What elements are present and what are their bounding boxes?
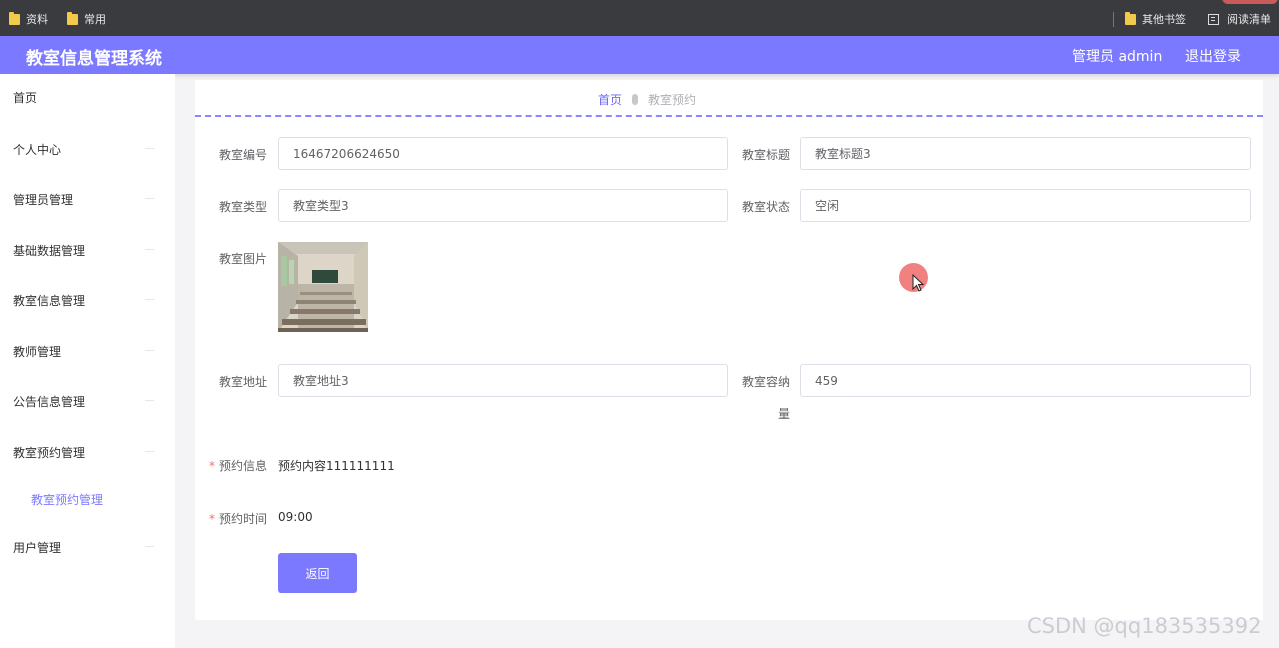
bookmark-ziliao[interactable]: 资料 (9, 10, 48, 28)
classroom-capacity-value: 459 (815, 373, 838, 388)
classroom-address-value: 教室地址3 (293, 374, 349, 388)
chevron-down-icon (145, 546, 154, 547)
app-header: 教室信息管理系统 管理员 admin 退出登录 (0, 36, 1279, 74)
bookmark-other[interactable]: 其他书签 (1125, 10, 1186, 28)
reading-list-label: 阅读清单 (1227, 13, 1271, 26)
classroom-status-field[interactable]: 空闲 (800, 189, 1251, 222)
sidebar-item-basic-data[interactable]: 基础数据管理 (0, 230, 175, 270)
bookmark-label: 常用 (84, 13, 106, 26)
classroom-capacity-label-line2: 量 (777, 407, 790, 421)
classroom-type-field[interactable]: 教室类型3 (278, 189, 728, 222)
chevron-down-icon (145, 400, 154, 401)
folder-icon (1125, 11, 1136, 25)
sidebar-item-booking-management[interactable]: 教室预约管理 (0, 432, 175, 472)
classroom-title-label: 教室标题 (741, 148, 790, 162)
classroom-photo (278, 242, 368, 332)
logout-button[interactable]: 退出登录 (1185, 46, 1241, 66)
classroom-title-value: 教室标题3 (815, 147, 871, 161)
booking-time-value: 09:00 (278, 510, 313, 524)
sidebar-item-label: 教师管理 (13, 344, 62, 359)
classroom-no-value: 16467206624650 (293, 146, 400, 161)
required-mark: * (208, 459, 215, 473)
current-user-label: 管理员 admin (1072, 49, 1163, 65)
breadcrumb: 首页 教室预约 (598, 90, 696, 108)
separator-icon (632, 93, 639, 105)
watermark: CSDN @qq183535392 (1027, 614, 1262, 638)
sidebar-item-personal-center[interactable]: 个人中心 (0, 129, 175, 169)
booking-time-label: * 预约时间 (195, 510, 267, 527)
breadcrumb-home[interactable]: 首页 (598, 91, 622, 108)
header-divider (195, 115, 1263, 117)
sidebar-item-home[interactable]: 首页 (0, 77, 175, 117)
sidebar-item-label: 首页 (13, 90, 38, 105)
booking-time-label-text: 预约时间 (218, 512, 267, 526)
reading-list-button[interactable]: 阅读清单 (1208, 10, 1271, 28)
sidebar-subitem-label: 教室预约管理 (31, 492, 104, 507)
classroom-image[interactable] (278, 242, 368, 332)
classroom-status-label: 教室状态 (741, 200, 790, 214)
booking-info-label-text: 预约信息 (218, 459, 267, 473)
app-title: 教室信息管理系统 (26, 49, 162, 69)
sidebar-item-label: 公告信息管理 (13, 394, 86, 409)
back-button[interactable]: 返回 (278, 553, 357, 593)
mouse-cursor-icon (912, 274, 925, 292)
classroom-capacity-field[interactable]: 459 (800, 364, 1251, 397)
classroom-image-label: 教室图片 (218, 252, 267, 266)
browser-profile-pill[interactable] (1222, 0, 1278, 4)
sidebar-item-label: 用户管理 (13, 540, 62, 555)
classroom-status-value: 空闲 (815, 199, 840, 213)
required-mark: * (208, 512, 215, 526)
sidebar-item-admin-management[interactable]: 管理员管理 (0, 179, 175, 219)
chevron-down-icon (145, 148, 154, 149)
chevron-down-icon (145, 350, 154, 351)
classroom-title-field[interactable]: 教室标题3 (800, 137, 1251, 170)
classroom-address-label: 教室地址 (218, 375, 267, 389)
chevron-down-icon (145, 198, 154, 199)
sidebar-item-label: 教室信息管理 (13, 293, 86, 308)
bookmark-label: 资料 (26, 13, 48, 26)
booking-info-label: * 预约信息 (195, 457, 267, 474)
breadcrumb-current: 教室预约 (648, 92, 697, 107)
bookmark-label: 其他书签 (1142, 13, 1186, 26)
chevron-up-icon (145, 451, 154, 452)
sidebar: 首页 个人中心 管理员管理 基础数据管理 教室信息管理 教师管理 公告信息管理 … (0, 74, 175, 648)
sidebar-item-label: 个人中心 (13, 142, 62, 157)
booking-info-value: 预约内容111111111 (278, 459, 395, 473)
classroom-type-label: 教室类型 (218, 200, 267, 214)
chevron-down-icon (145, 299, 154, 300)
sidebar-item-teacher-management[interactable]: 教师管理 (0, 331, 175, 371)
classroom-no-field[interactable]: 16467206624650 (278, 137, 728, 170)
sidebar-item-user-management[interactable]: 用户管理 (0, 527, 175, 567)
bookmarks-divider (1113, 12, 1114, 27)
reading-list-icon (1208, 13, 1219, 25)
folder-icon (9, 11, 20, 25)
folder-icon (67, 11, 78, 25)
sidebar-item-label: 教室预约管理 (13, 445, 86, 460)
classroom-capacity-label: 教室容纳 (741, 375, 790, 389)
classroom-no-label: 教室编号 (218, 148, 267, 162)
bookmarks-bar: 资料 常用 其他书签 阅读清单 (0, 0, 1279, 36)
sidebar-subitem-booking-management[interactable]: 教室预约管理 (0, 481, 175, 517)
chevron-down-icon (145, 249, 154, 250)
sidebar-item-classroom-info[interactable]: 教室信息管理 (0, 280, 175, 320)
sidebar-item-label: 管理员管理 (13, 192, 74, 207)
classroom-address-field[interactable]: 教室地址3 (278, 364, 728, 397)
classroom-type-value: 教室类型3 (293, 199, 349, 213)
sidebar-item-label: 基础数据管理 (13, 243, 86, 258)
sidebar-item-notice-management[interactable]: 公告信息管理 (0, 381, 175, 421)
bookmark-changyong[interactable]: 常用 (67, 10, 106, 28)
